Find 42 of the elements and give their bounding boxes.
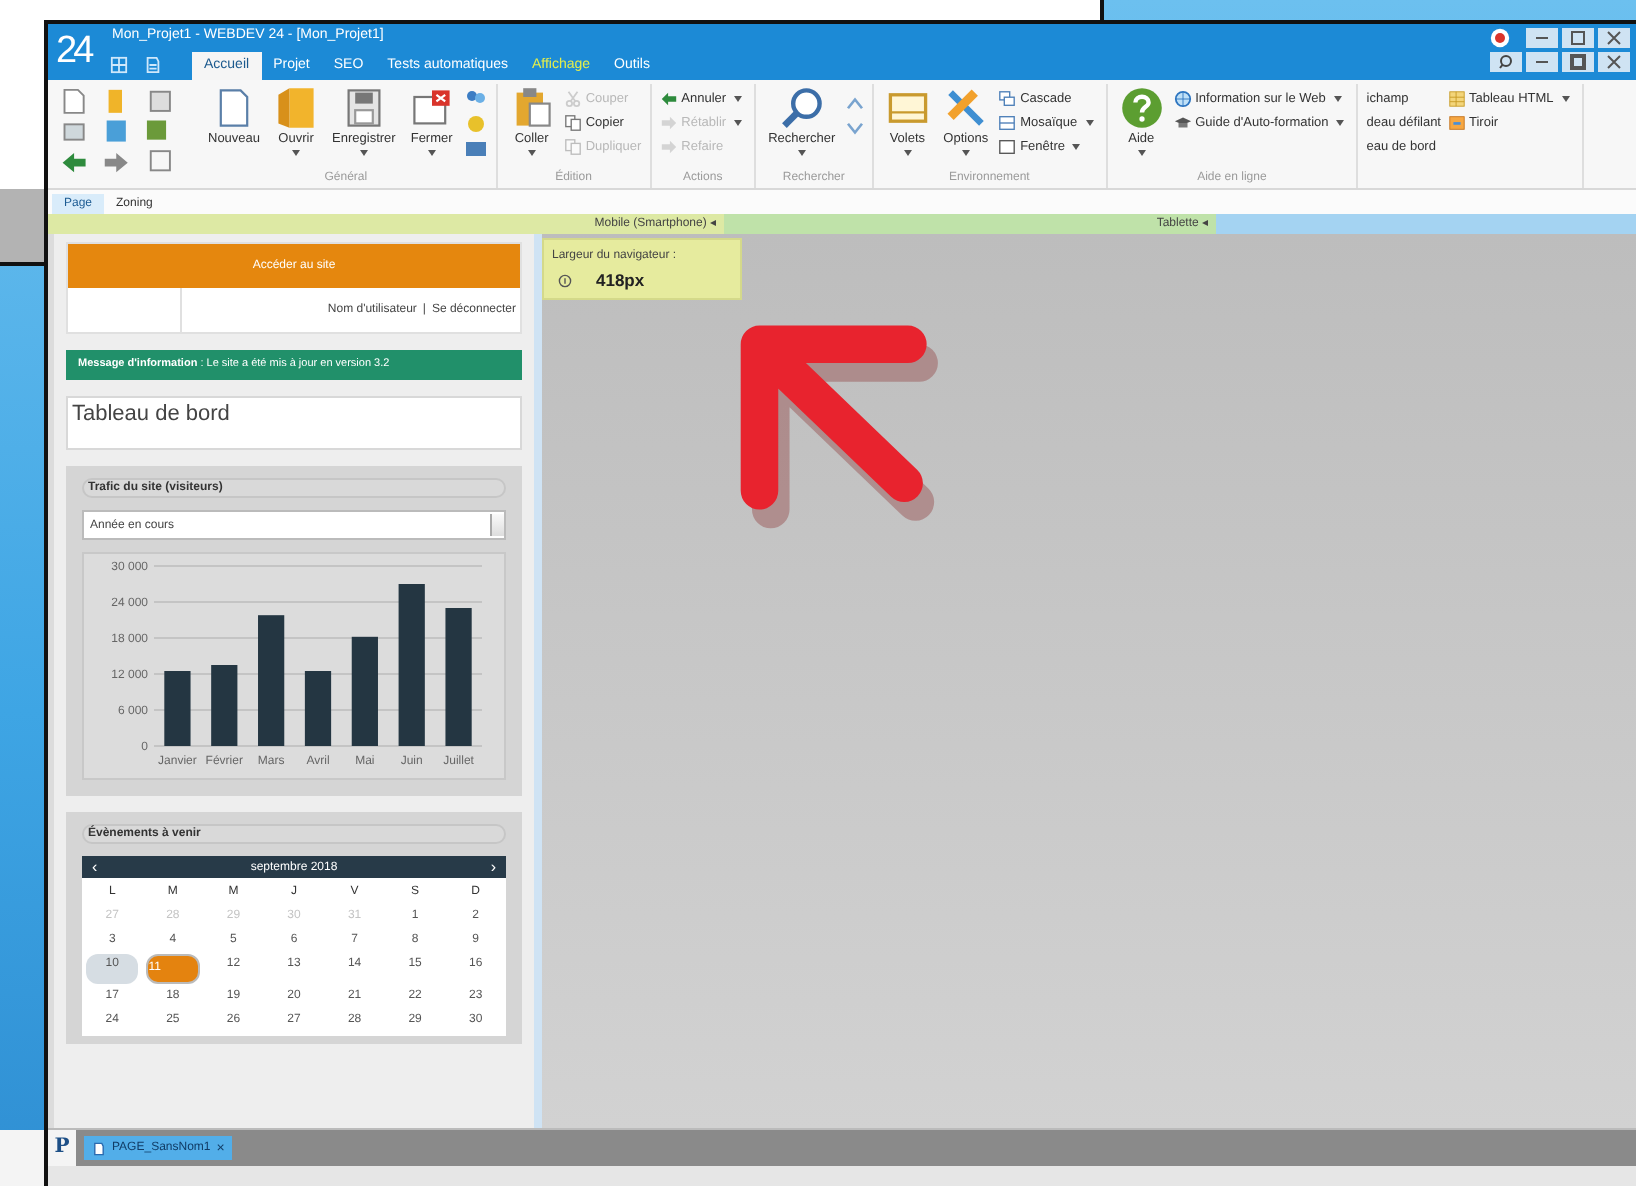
page-icon (92, 1141, 106, 1155)
duplicate-icon (563, 137, 582, 155)
bar (211, 665, 238, 746)
window-icon (998, 137, 1017, 155)
restore-icon[interactable] (1562, 52, 1594, 72)
drawer-icon (1447, 113, 1465, 131)
bar (351, 636, 378, 746)
width-value: 418px (596, 270, 645, 290)
scissors-icon (563, 89, 582, 107)
help-icon (1119, 86, 1164, 130)
table-icon (1447, 89, 1465, 107)
app-logo: 24 (54, 28, 94, 76)
minimize-icon[interactable] (1526, 28, 1558, 48)
folder-icon (274, 86, 319, 130)
maximize-icon[interactable] (1562, 28, 1594, 48)
globe-icon (1173, 89, 1192, 107)
tile-icon (998, 113, 1017, 131)
bar (304, 671, 332, 746)
bar (164, 671, 191, 746)
close-icon[interactable] (1598, 52, 1630, 72)
undo-arrow-icon (659, 89, 678, 107)
tool-icons-drawing[interactable] (463, 88, 488, 160)
minimize-icon[interactable] (1526, 52, 1558, 72)
window-close-icon (409, 86, 454, 130)
page-badge: P (48, 1130, 76, 1166)
document-icon[interactable] (144, 56, 162, 74)
graduation-cap-icon (1173, 113, 1192, 131)
pencil-icon (943, 86, 988, 130)
chevron-up-icon[interactable] (845, 96, 864, 110)
grid-icon[interactable] (110, 56, 128, 74)
info-icon (558, 273, 572, 287)
search-icon (779, 86, 824, 130)
next-month-button[interactable]: › (490, 856, 496, 878)
chevron-down-icon[interactable] (845, 122, 864, 136)
previous-month-button[interactable]: ‹ (92, 856, 98, 878)
bar (445, 608, 472, 746)
dashboard-heading: Tableau de bord (66, 396, 522, 450)
cascade-icon (998, 89, 1017, 107)
copy-icon (563, 113, 582, 131)
close-icon[interactable] (1598, 28, 1630, 48)
bar (258, 615, 285, 746)
search-icon[interactable] (1490, 52, 1522, 72)
